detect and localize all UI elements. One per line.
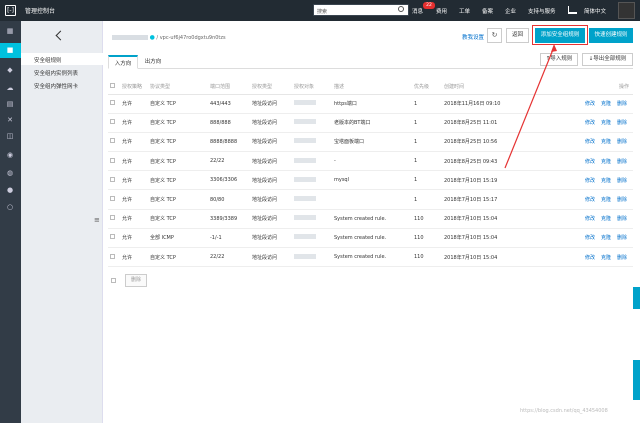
arrow-head [551, 44, 557, 52]
feedback-tab[interactable] [633, 287, 640, 309]
arrow-line [504, 46, 555, 169]
watermark: https://blog.csdn.net/qq_43454008 [520, 408, 608, 414]
annotation-arrow [504, 44, 557, 169]
consult-tab[interactable] [633, 360, 640, 400]
